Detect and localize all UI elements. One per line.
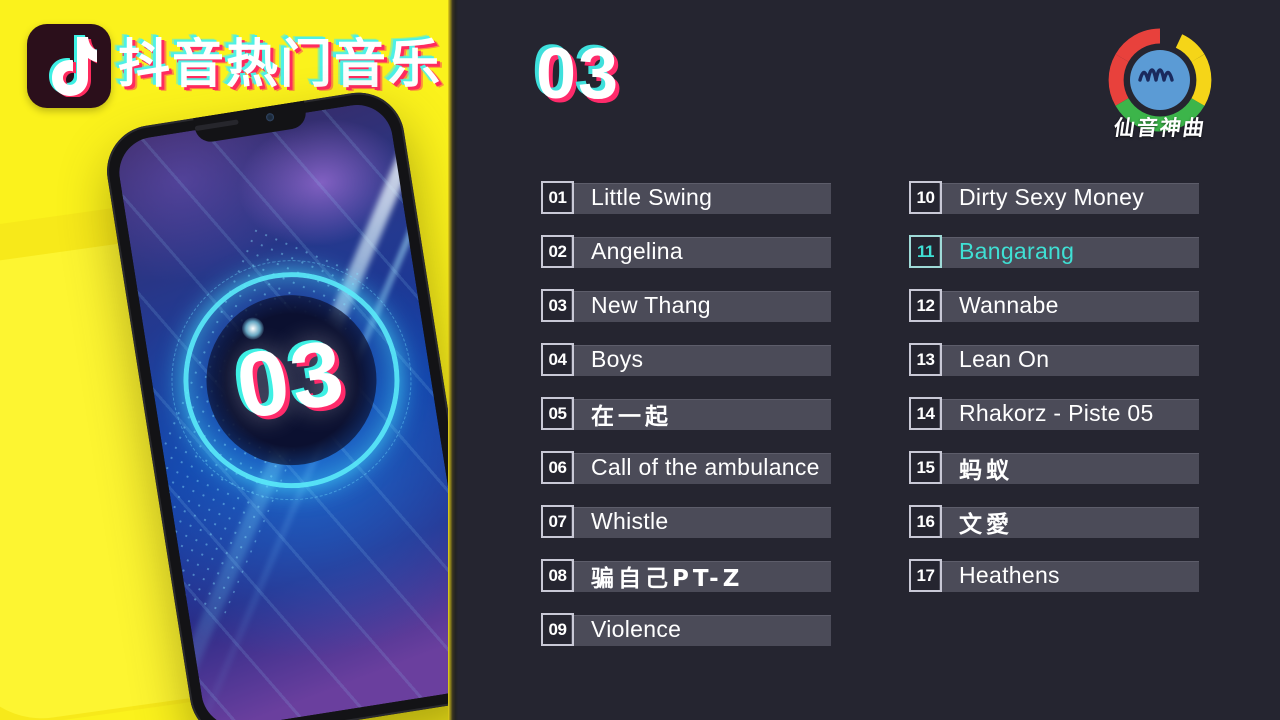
track-row[interactable]: 02 Angelina [541,235,831,268]
track-row[interactable]: 09 Violence [541,613,831,646]
track-title: Violence [591,616,682,642]
track-number: 03 [541,289,574,322]
track-number: 05 [541,397,574,430]
track-number: 07 [541,505,574,538]
track-title: Dirty Sexy Money [959,184,1145,210]
track-title: Bangarang [959,238,1075,264]
track-title: 文愛 [959,511,1013,538]
track-row[interactable]: 06 Call of the ambulance [541,451,831,484]
track-row[interactable]: 14 Rhakorz - Piste 05 [909,397,1199,430]
track-number: 13 [909,343,942,376]
panel-divider [448,0,458,720]
track-title: 骗自己PT-Z [591,565,744,592]
track-row[interactable]: 16 文愛 [909,505,1199,538]
track-title: Lean On [959,346,1050,372]
track-row[interactable]: 07 Whistle [541,505,831,538]
track-number: 16 [909,505,942,538]
track-title: Whistle [591,508,669,534]
track-row[interactable]: 08 骗自己PT-Z [541,559,831,592]
track-title: Rhakorz - Piste 05 [959,400,1154,426]
track-title: Angelina [591,238,683,264]
track-number: 17 [909,559,942,592]
track-row[interactable]: 17 Heathens [909,559,1199,592]
track-row[interactable]: 12 Wannabe [909,289,1199,322]
track-number: 02 [541,235,574,268]
track-number: 01 [541,181,574,214]
left-yellow-panel: 抖音热门音乐 03 [0,0,456,720]
track-row[interactable]: 15 蚂蚁 [909,451,1199,484]
track-row-active[interactable]: 11 Bangarang [909,235,1199,268]
track-number: 06 [541,451,574,484]
track-title: 蚂蚁 [959,457,1013,484]
track-title: New Thang [591,292,711,318]
volume-number: 03 [536,34,621,114]
track-title: Wannabe [959,292,1059,318]
tiktok-logo-badge [27,24,111,108]
track-number: 10 [909,181,942,214]
track-row[interactable]: 03 New Thang [541,289,831,322]
track-number: 11 [909,235,942,268]
track-number: 04 [541,343,574,376]
track-title: Heathens [959,562,1060,588]
track-row[interactable]: 10 Dirty Sexy Money [909,181,1199,214]
track-number: 09 [541,613,574,646]
tracklist-left-column: 01 Little Swing 02 Angelina 03 New Thang… [541,181,831,667]
track-number: 08 [541,559,574,592]
track-row[interactable]: 04 Boys [541,343,831,376]
track-row[interactable]: 01 Little Swing [541,181,831,214]
track-number: 14 [909,397,942,430]
phone-screen-number: 03 [229,321,353,439]
track-title: Call of the ambulance [591,454,820,480]
track-title: Boys [591,346,644,372]
track-number: 12 [909,289,942,322]
track-title: 在一起 [591,403,672,430]
track-title: Little Swing [591,184,713,210]
tracklist-right-column: 10 Dirty Sexy Money 11 Bangarang 12 Wann… [909,181,1199,613]
track-number: 15 [909,451,942,484]
slide-root: 抖音热门音乐 03 03 仙音神曲 01 Little Swing 02 Ang… [0,0,1280,720]
track-row[interactable]: 05 在一起 [541,397,831,430]
brand-name: 仙音神曲 [1112,116,1208,140]
track-row[interactable]: 13 Lean On [909,343,1199,376]
